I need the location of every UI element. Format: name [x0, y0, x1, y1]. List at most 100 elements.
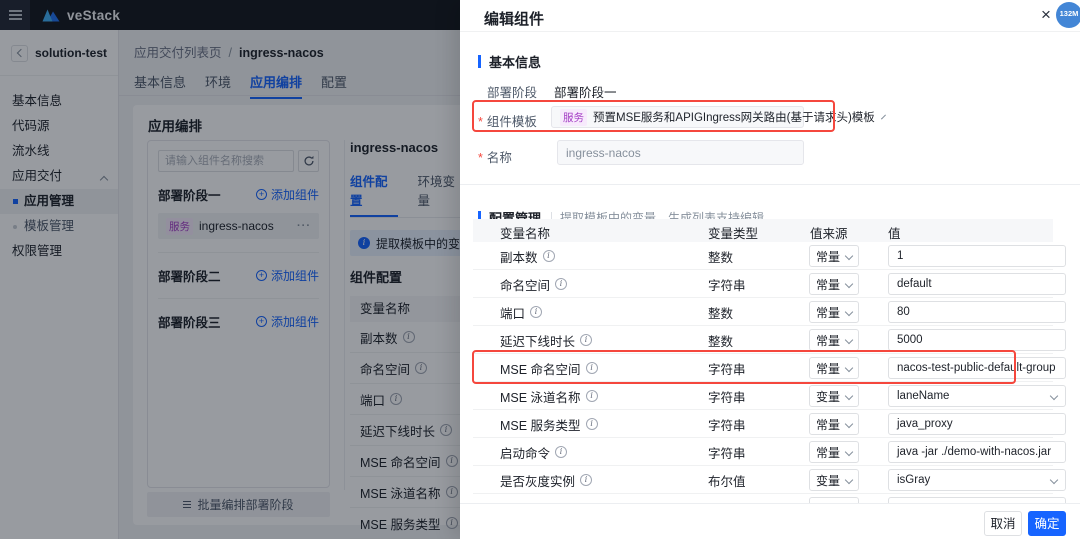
value-source-cell: 常量	[809, 270, 859, 298]
value-source-cell: 变量	[809, 382, 859, 410]
config-table-row: 命名空间 i 字符串 常量 default	[473, 270, 1066, 298]
value-input[interactable]: default	[888, 273, 1066, 295]
template-label: * 组件模板	[478, 115, 537, 129]
value-cell: java_proxy	[888, 410, 1066, 438]
value-source-text: 常量	[816, 333, 841, 348]
chevron-down-icon	[844, 251, 854, 261]
value-source-text: 常量	[816, 361, 841, 376]
value-source-select[interactable]: 常量	[809, 441, 859, 463]
value-select[interactable]: isGray	[888, 469, 1066, 491]
value-text: 80	[897, 306, 910, 318]
value-source-text: 常量	[816, 417, 841, 432]
memory-badge: 132M	[1056, 2, 1080, 28]
variable-name: 是否灰度实例	[500, 474, 576, 489]
name-input[interactable]	[557, 140, 804, 165]
value-input[interactable]: 1	[888, 245, 1066, 267]
value-input[interactable]: nacos-test-public-default-group	[888, 357, 1066, 379]
modal-mask[interactable]	[0, 0, 460, 539]
value-input[interactable]: java_proxy	[888, 413, 1066, 435]
value-input[interactable]: 80	[888, 301, 1066, 323]
basic-info-title: 基本信息	[489, 55, 542, 70]
value-source-select[interactable]: 常量	[809, 273, 859, 295]
section-bar	[478, 55, 481, 68]
variable-type-cell: 整数	[708, 250, 734, 265]
chevron-down-icon	[1049, 391, 1059, 401]
value-source-select[interactable]: 常量	[809, 413, 859, 435]
col-value: 值	[888, 227, 901, 241]
value-source-text: 常量	[816, 445, 841, 460]
close-icon[interactable]: ×	[1041, 5, 1051, 25]
value-cell: 1	[888, 242, 1066, 270]
template-value: 预置MSE服务和APIGIngress网关路由(基于请求头)模板	[593, 112, 875, 124]
value-text: java -jar ./demo-with-nacos.jar	[897, 446, 1052, 458]
config-table-header: 变量名称 变量类型 值来源 值	[473, 219, 1053, 242]
value-select[interactable]: laneName	[888, 385, 1066, 407]
config-table-row: MSE 命名空间 i 字符串 常量 nacos-test-public-default-…	[473, 354, 1066, 382]
config-table: 变量名称 变量类型 值来源 值 副本数 i 整数 常量 1 命名空间 i 字符串 常量 defau…	[473, 219, 1066, 522]
info-icon: i	[542, 250, 555, 262]
service-tag: 服务	[560, 108, 587, 126]
chevron-down-icon	[880, 114, 886, 120]
divider	[460, 184, 1080, 185]
value-cell: isGray	[888, 466, 1066, 494]
value-source-text: 常量	[816, 277, 841, 292]
variable-name-cell: MSE 命名空间 i	[500, 354, 598, 382]
value-source-select[interactable]: 常量	[809, 301, 859, 323]
confirm-button[interactable]: 确定	[1028, 511, 1066, 536]
config-table-row: 延迟下线时长 i 整数 常量 5000	[473, 326, 1066, 354]
value-source-cell: 常量	[809, 298, 859, 326]
variable-name: MSE 命名空间	[500, 362, 581, 377]
value-cell: laneName	[888, 382, 1066, 410]
variable-name: 副本数	[500, 250, 538, 265]
chevron-down-icon	[1049, 475, 1059, 485]
value-input[interactable]: 5000	[888, 329, 1066, 351]
value-source-cell: 常量	[809, 242, 859, 270]
value-cell: java -jar ./demo-with-nacos.jar	[888, 438, 1066, 466]
info-icon: i	[555, 446, 568, 458]
required-star: *	[478, 151, 483, 165]
template-select[interactable]: 服务 预置MSE服务和APIGIngress网关路由(基于请求头)模板	[551, 106, 886, 128]
value-source-text: 变量	[816, 389, 841, 404]
cancel-button[interactable]: 取消	[984, 511, 1022, 536]
variable-name: MSE 服务类型	[500, 418, 581, 433]
variable-name: 延迟下线时长	[500, 334, 576, 349]
variable-name-cell: 端口 i	[500, 298, 543, 326]
value-source-select[interactable]: 变量	[809, 385, 859, 407]
info-icon: i	[580, 474, 593, 486]
info-icon: i	[585, 390, 598, 402]
value-text: default	[897, 278, 932, 290]
value-source-text: 常量	[816, 249, 841, 264]
config-table-row: MSE 泳道名称 i 字符串 变量 laneName	[473, 382, 1066, 410]
info-icon: i	[585, 418, 598, 430]
chevron-down-icon	[844, 447, 854, 457]
variable-name: 启动命令	[500, 446, 551, 461]
chevron-down-icon	[844, 419, 854, 429]
value-source-select[interactable]: 常量	[809, 329, 859, 351]
chevron-down-icon	[844, 363, 854, 373]
value-input[interactable]: java -jar ./demo-with-nacos.jar	[888, 441, 1066, 463]
value-source-cell: 常量	[809, 354, 859, 382]
variable-name-cell: 延迟下线时长 i	[500, 326, 593, 354]
value-text: laneName	[897, 390, 950, 402]
value-cell: 80	[888, 298, 1066, 326]
value-text: 5000	[897, 334, 923, 346]
value-source-cell: 常量	[809, 410, 859, 438]
value-source-cell: 常量	[809, 438, 859, 466]
chevron-down-icon	[844, 307, 854, 317]
variable-name-cell: 命名空间 i	[500, 270, 568, 298]
variable-type-cell: 字符串	[708, 362, 746, 377]
variable-type-cell: 字符串	[708, 446, 746, 461]
variable-name: 端口	[500, 306, 526, 321]
value-text: java_proxy	[897, 418, 953, 430]
variable-name-cell: 是否灰度实例 i	[500, 466, 593, 494]
variable-type-cell: 整数	[708, 334, 734, 349]
required-star: *	[478, 115, 483, 129]
variable-name-cell: MSE 服务类型 i	[500, 410, 598, 438]
value-text: 1	[897, 250, 904, 262]
info-icon: i	[555, 278, 568, 290]
chevron-down-icon	[844, 279, 854, 289]
value-source-select[interactable]: 变量	[809, 469, 859, 491]
value-source-select[interactable]: 常量	[809, 357, 859, 379]
value-source-select[interactable]: 常量	[809, 245, 859, 267]
variable-type-cell: 字符串	[708, 390, 746, 405]
